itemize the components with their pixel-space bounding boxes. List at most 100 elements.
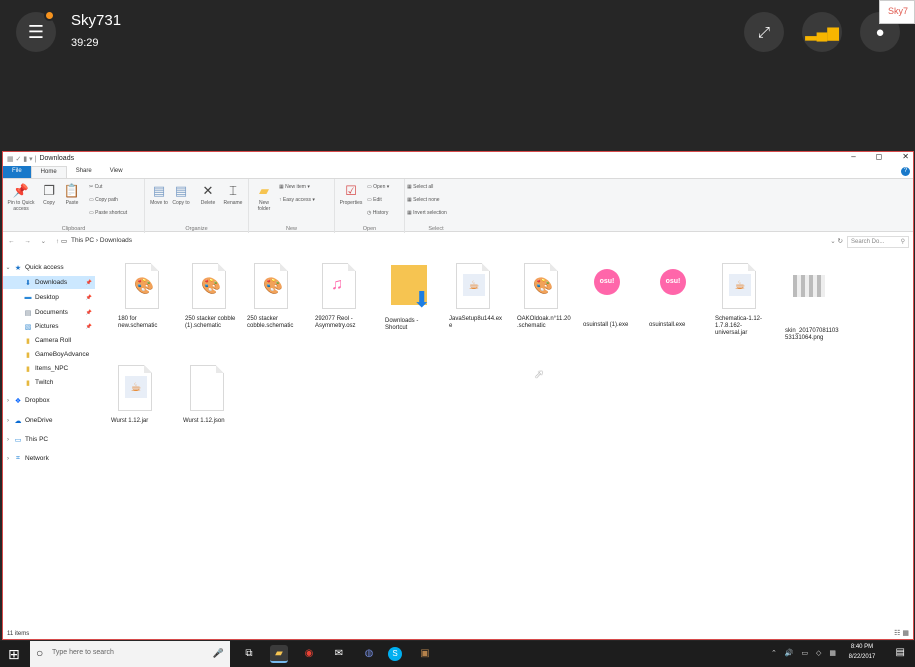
clock-date[interactable]: 8/22/2017 <box>845 654 879 660</box>
taskbar-search-input[interactable]: ○ Type here to search 🎤 <box>30 641 230 667</box>
minimize-button[interactable]: – <box>851 152 855 161</box>
mouse-cursor: ➚ <box>534 367 545 381</box>
chrome-icon[interactable]: ◉ <box>300 645 318 663</box>
notification-center-icon[interactable]: ▤ <box>896 647 905 658</box>
nav-item[interactable]: › ▭ This PC <box>3 433 95 446</box>
nav-item[interactable]: › ⌗ Network <box>3 452 95 465</box>
nav-item[interactable]: ▬ Desktop 📌 <box>3 291 95 304</box>
properties-button[interactable]: ☑ Properties <box>337 183 365 206</box>
checkmark-icon: ☑ <box>345 183 357 198</box>
task-view-icon[interactable]: ⧉ <box>240 645 258 663</box>
new-item-button[interactable]: ▦ New item ▾ <box>279 184 310 190</box>
chevron-icon[interactable]: › <box>3 398 13 404</box>
windows-start-icon[interactable]: ⊞ <box>8 645 26 663</box>
copy-path-button[interactable]: ▭ Copy path <box>89 197 118 203</box>
tab-share[interactable]: Share <box>67 166 101 178</box>
open-button[interactable]: ▭ Open ▾ <box>367 184 389 190</box>
file-tile[interactable]: ☕ JavaSetup8u144.exe <box>443 261 503 330</box>
search-input[interactable]: Search Do... ⚲ <box>847 236 909 248</box>
signal-button[interactable]: ▂▄▆ <box>802 12 842 52</box>
file-tile[interactable]: ⬇ Downloads - Shortcut <box>379 261 439 332</box>
file-explorer-taskbar-icon[interactable]: ▰ <box>270 645 288 663</box>
ribbon: 📌 Pin to Quick access ❐ Copy 📋 Paste ✂ Cut … <box>3 178 913 233</box>
file-tile[interactable]: ☕ Wurst 1.12.jar <box>105 363 165 425</box>
address-path[interactable]: This PC › Downloads <box>71 237 132 244</box>
address-bar: ← → ⌄ ↑ ▭ This PC › Downloads ⌄ ↻ Search… <box>3 234 913 250</box>
nav-item-icon: ▧ <box>24 323 32 331</box>
nav-item[interactable]: ▤ Documents 📌 <box>3 306 95 319</box>
file-tile[interactable]: 🎨 180 for new.schematic <box>112 261 172 330</box>
select-all-button[interactable]: ▦ Select all <box>407 184 433 190</box>
view-toggle-icons[interactable]: ☷ ▦ <box>894 629 909 637</box>
file-tile[interactable]: skin_20170708110353131064.png <box>779 261 839 342</box>
file-tile[interactable]: 🎨 OAKOldoak.n°11.20.schematic <box>511 261 571 330</box>
discord-icon[interactable]: ◍ <box>360 645 378 663</box>
file-tile[interactable]: osu! osuinstall.exe <box>643 261 703 329</box>
stream-time: 39:29 <box>71 37 99 49</box>
move-to-button[interactable]: ▤ Move to <box>149 183 169 206</box>
chevron-icon[interactable]: › <box>3 437 13 443</box>
fullscreen-button[interactable]: ⤢ <box>744 12 784 52</box>
file-tile[interactable]: ☕ Schematica-1.12-1.7.8.162-universal.jar <box>709 261 769 337</box>
chevron-icon[interactable]: › <box>3 418 13 424</box>
paste-button[interactable]: 📋 Paste <box>61 183 83 206</box>
copy-to-button[interactable]: ▤ Copy to <box>171 183 191 206</box>
status-item-count: 11 items <box>7 631 30 637</box>
rename-button[interactable]: ⌶ Rename <box>221 183 245 206</box>
nav-item[interactable]: ⌄ ★ Quick access <box>3 261 95 274</box>
system-tray-icons[interactable]: ⌃ 🔊 ▭ ◇ ▦ <box>771 649 839 657</box>
nav-item[interactable]: ▮ GameBoyAdvance <box>3 348 95 361</box>
invert-selection-button[interactable]: ▦ Invert selection <box>407 210 447 216</box>
nav-arrows[interactable]: ← → ⌄ ↑ <box>8 237 63 245</box>
java-file-icon: ☕ <box>116 365 154 415</box>
nav-item-icon: ☁ <box>14 417 22 425</box>
copy-button[interactable]: ❐ Copy <box>39 183 59 206</box>
mail-icon[interactable]: ✉ <box>330 645 348 663</box>
quick-access-toolbar-icon[interactable]: ▦ ✓ ▮ ▾ | <box>7 155 36 163</box>
edit-button[interactable]: ▭ Edit <box>367 197 382 203</box>
microphone-icon[interactable]: 🎤 <box>213 648 224 659</box>
delete-button[interactable]: ✕ Delete <box>197 183 219 206</box>
file-tile[interactable]: 🎨 250 stacker cobble.schematic <box>241 261 301 330</box>
select-none-button[interactable]: ▦ Select none <box>407 197 440 203</box>
nav-item[interactable]: ▮ Camera Roll <box>3 334 95 347</box>
file-tile[interactable]: osu! osuinstall (1).exe <box>577 261 637 329</box>
nav-item[interactable]: ▮ Items_NPC <box>3 362 95 375</box>
new-folder-button[interactable]: ▰ New folder <box>253 183 275 212</box>
file-tile[interactable]: ♫ 292077 Reol - Asymmetry.osz <box>309 261 369 330</box>
history-button[interactable]: ◷ History <box>367 210 388 216</box>
easy-access-button[interactable]: ↑ Easy access ▾ <box>279 197 315 203</box>
paste-shortcut-button[interactable]: ▭ Paste shortcut <box>89 210 127 216</box>
clock-time[interactable]: 8:40 PM <box>845 644 879 650</box>
skype-icon[interactable]: S <box>388 647 402 661</box>
nav-item[interactable]: ▮ Twitch <box>3 376 95 389</box>
pc-icon: ▭ <box>61 238 68 245</box>
nav-item[interactable]: ▧ Pictures 📌 <box>3 320 95 333</box>
document-file-icon <box>188 365 226 415</box>
file-tile[interactable]: Wurst 1.12.json <box>177 363 237 425</box>
refresh-icon[interactable]: ⌄ ↻ <box>830 237 843 245</box>
pin-quick-access-button[interactable]: 📌 Pin to Quick access <box>5 183 37 212</box>
close-button[interactable]: ✕ <box>902 152 909 161</box>
file-name: skin_20170708110353131064.png <box>785 328 839 341</box>
file-name: Wurst 1.12.jar <box>111 418 149 424</box>
nav-item-label: Camera Roll <box>35 337 72 344</box>
cut-button[interactable]: ✂ Cut <box>89 184 102 190</box>
copy-icon: ❐ <box>43 183 55 198</box>
nav-item-label: OneDrive <box>25 417 53 424</box>
nav-item-label: Downloads <box>35 279 68 286</box>
nav-item-icon: ⬇ <box>25 279 31 287</box>
tab-view[interactable]: View <box>101 166 132 178</box>
nav-item-icon: ❖ <box>14 397 22 405</box>
tab-home[interactable]: Home <box>30 166 67 178</box>
maximize-button[interactable]: ◻ <box>876 152 883 161</box>
help-icon[interactable]: ? <box>901 167 910 176</box>
nav-item[interactable]: › ❖ Dropbox <box>3 394 95 407</box>
tab-file[interactable]: File <box>3 166 31 178</box>
minecraft-icon[interactable]: ▣ <box>416 645 434 663</box>
file-tile[interactable]: 🎨 250 stacker cobble (1).schematic <box>179 261 239 330</box>
chevron-icon[interactable]: › <box>3 456 13 462</box>
nav-item[interactable]: ⬇ Downloads 📌 <box>3 276 95 289</box>
chevron-icon[interactable]: ⌄ <box>3 264 13 271</box>
nav-item[interactable]: › ☁ OneDrive <box>3 414 95 427</box>
